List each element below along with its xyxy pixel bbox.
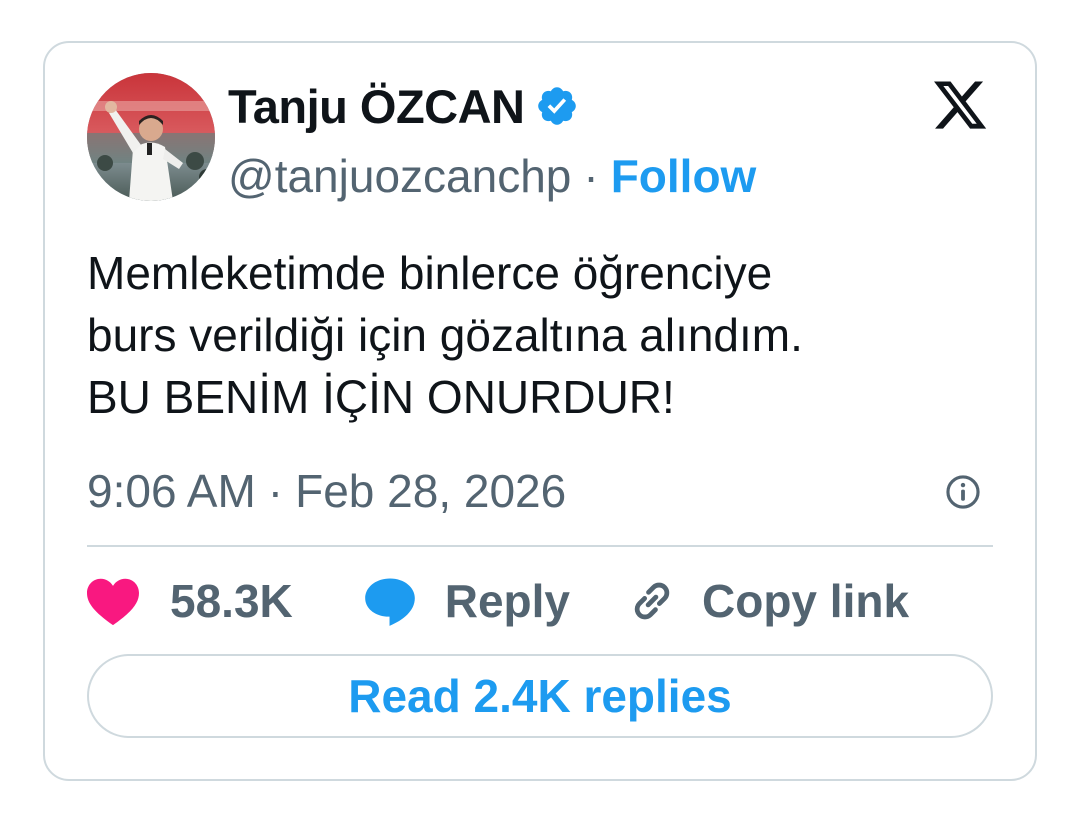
read-replies-button[interactable]: Read 2.4K replies [87,654,993,738]
divider [87,545,993,547]
author-handle[interactable]: @tanjuozcanchp [228,149,571,203]
speech-bubble-icon [364,578,415,626]
link-icon [634,582,670,620]
verified-badge-icon [537,87,576,125]
x-logo-icon[interactable] [930,76,990,134]
reply-label: Reply [444,575,571,627]
info-icon[interactable] [944,473,982,511]
heart-icon [87,578,139,626]
like-button[interactable]: 58.3K [84,574,293,628]
tweet-text-line: burs verildiği için gözaltına alındım. [87,309,803,361]
tweet-text-line: BU BENİM İÇİN ONURDUR! [87,371,675,423]
separator-dot: · [583,150,599,202]
avatar-photo [87,73,215,201]
avatar[interactable] [87,73,215,201]
author-name[interactable]: Tanju ÖZCAN [228,79,525,134]
action-bar: 58.3K Reply Copy link [87,570,909,632]
tweet-text: Memleketimde binlerce öğrenciye burs ver… [87,242,987,428]
reply-button[interactable]: Reply [361,574,570,628]
follow-button[interactable]: Follow [611,149,757,203]
tweet-time: 9:06 AM [87,465,256,517]
separator-dot: · [267,465,284,517]
copy-link-label: Copy link [702,575,910,627]
author-name-row: Tanju ÖZCAN [228,76,579,136]
copy-link-button[interactable]: Copy link [626,574,909,628]
likes-count: 58.3K [170,575,293,627]
tweet-text-line: Memleketimde binlerce öğrenciye [87,247,773,299]
author-handle-row: @tanjuozcanchp · Follow [228,148,756,204]
tweet-timestamp[interactable]: 9:06 AM · Feb 28, 2026 [87,462,566,520]
tweet-date: Feb 28, 2026 [295,465,567,517]
